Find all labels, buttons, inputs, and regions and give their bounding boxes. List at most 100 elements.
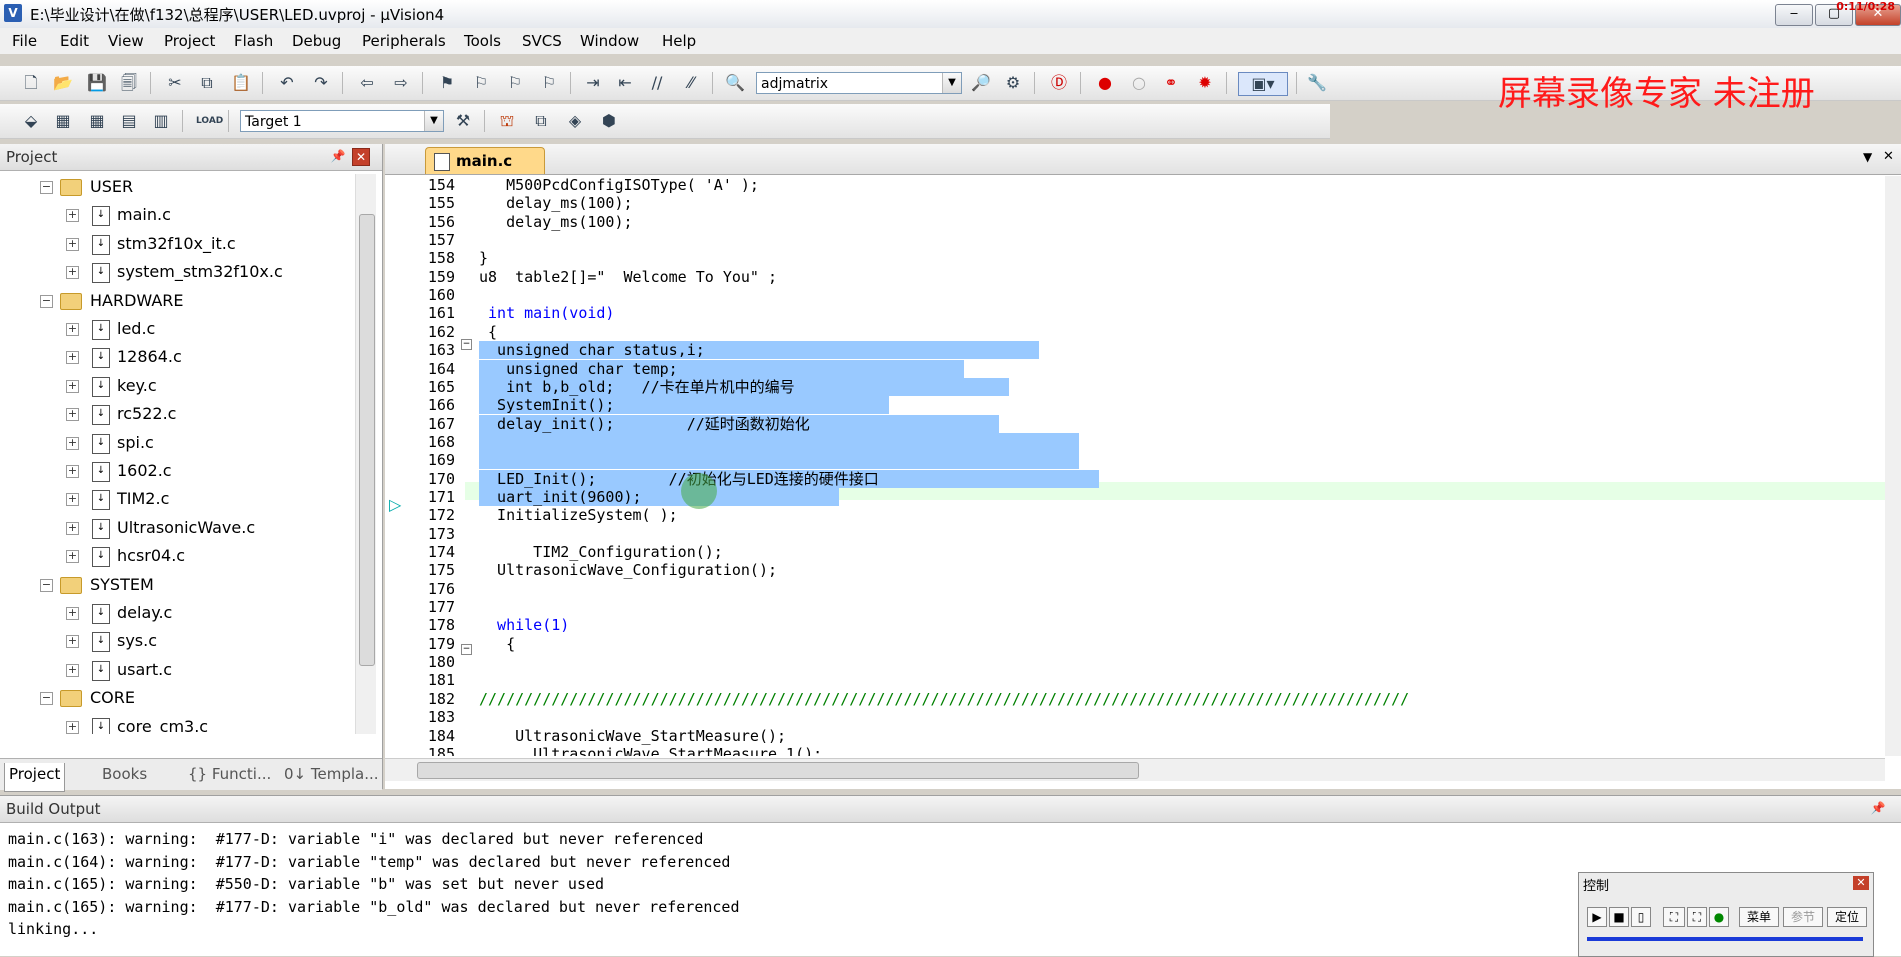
select-device-icon[interactable]: ⧉ (530, 110, 552, 132)
code-line[interactable]: InitializeSystem( ); (479, 506, 678, 524)
configure-icon[interactable]: 🔧 (1306, 72, 1328, 94)
find-combo[interactable]: adjmatrix ▼ (756, 72, 962, 94)
find-in-files-icon[interactable]: 🔍 (724, 72, 746, 94)
code-line[interactable]: delay_ms(100); (479, 194, 632, 212)
fullscreen-icon[interactable]: ⛶ (1687, 907, 1707, 927)
expand-icon[interactable]: + (66, 493, 79, 507)
kill-breakpoints-icon[interactable]: ✹ (1194, 72, 1216, 94)
stop-build-icon[interactable]: ▥ (150, 110, 172, 132)
expand-icon[interactable]: + (66, 351, 79, 365)
menu-tools[interactable]: Tools (464, 32, 501, 50)
code-line[interactable]: } (479, 249, 488, 267)
prev-bookmark-icon[interactable]: ⚐ (470, 72, 492, 94)
code-line[interactable]: { (479, 323, 497, 341)
navigate-forward-icon[interactable]: ⇨ (390, 72, 412, 94)
code-line[interactable]: { (479, 635, 515, 653)
collapse-icon[interactable]: − (40, 294, 53, 308)
navigate-back-icon[interactable]: ⇦ (356, 72, 378, 94)
code-line[interactable]: u8 table2[]=" Welcome To You" ; (479, 268, 777, 286)
expand-icon[interactable]: + (66, 550, 79, 564)
code-line[interactable]: int main(void) (479, 304, 614, 322)
collapse-icon[interactable]: − (40, 181, 53, 194)
rebuild-icon[interactable]: ▦ (86, 110, 108, 132)
tab-books[interactable]: Books (98, 763, 151, 791)
tree-file[interactable]: + ↓ main.c (0, 202, 355, 230)
expand-icon[interactable]: + (66, 521, 79, 535)
code-line[interactable]: TIM2_Configuration(); (479, 543, 723, 561)
bookmark-icon[interactable]: ⚑ (436, 72, 458, 94)
menu-edit[interactable]: Edit (60, 32, 89, 50)
tab-templates[interactable]: 0↓ Templa... (280, 763, 383, 791)
download-icon[interactable]: LOAD (196, 110, 223, 132)
tree-file[interactable]: + ↓ led.c (0, 316, 355, 344)
expand-icon[interactable]: + (66, 663, 79, 677)
tab-functions[interactable]: {} Functi... (184, 763, 275, 791)
chevron-down-icon[interactable]: ▼ (942, 73, 961, 93)
save-icon[interactable]: 💾 (86, 72, 108, 94)
expand-icon[interactable]: + (66, 436, 79, 450)
expand-icon[interactable]: + (66, 720, 79, 734)
region-icon[interactable]: ⛶ (1663, 907, 1685, 927)
expand-icon[interactable]: + (66, 635, 79, 649)
tree-folder[interactable]: − USER (0, 174, 355, 202)
tab-project[interactable]: Project (4, 763, 66, 792)
tree-file[interactable]: + ↓ 12864.c (0, 344, 355, 372)
tab-main-c[interactable]: main.c (425, 147, 545, 174)
menu-file[interactable]: File (12, 32, 37, 50)
target-options-icon[interactable]: ⚒ (452, 110, 474, 132)
menu-help[interactable]: Help (662, 32, 696, 50)
find-icon[interactable]: 🔎 (970, 72, 992, 94)
debug-start-icon[interactable]: Ⓓ (1048, 72, 1070, 94)
tree-file[interactable]: + ↓ sys.c (0, 628, 355, 656)
menu-peripherals[interactable]: Peripherals (362, 32, 446, 50)
uncomment-icon[interactable]: ⁄⁄ (680, 72, 702, 94)
unindent-icon[interactable]: ⇤ (614, 72, 636, 94)
open-file-icon[interactable]: 📂 (52, 72, 74, 94)
code-line[interactable]: while(1) (479, 616, 569, 634)
tree-scrollbar[interactable] (355, 174, 376, 734)
editor-horizontal-scrollbar[interactable] (385, 758, 1885, 781)
params-button[interactable]: 参节 (1783, 907, 1823, 927)
pin-icon[interactable]: 📌 (330, 148, 346, 164)
tree-file[interactable]: + ↓ UltrasonicWave.c (0, 515, 355, 543)
code-line[interactable]: SystemInit(); (479, 396, 614, 414)
code-line[interactable]: delay_ms(100); (479, 213, 632, 231)
locate-button[interactable]: 定位 (1827, 907, 1867, 927)
code-line[interactable]: int b,b_old; //卡在单片机中的编号 (479, 378, 795, 396)
tree-file[interactable]: + ↓ key.c (0, 373, 355, 401)
undo-icon[interactable]: ↶ (276, 72, 298, 94)
tree-file[interactable]: + ↓ 1602.c (0, 458, 355, 486)
code-line[interactable]: LED_Init(); //初始化与LED连接的硬件接口 (479, 470, 879, 488)
batch-build-icon[interactable]: ▤ (118, 110, 140, 132)
window-layout-icon[interactable]: ▣▾ (1238, 72, 1288, 96)
expand-icon[interactable]: + (66, 266, 79, 280)
stop-icon[interactable]: ■ (1609, 907, 1629, 927)
code-area[interactable]: 154 155 156 157 158 159 160 161 162 163 164 165 166 1… (385, 176, 1885, 756)
code-line[interactable]: ////////////////////////////////////////… (479, 690, 1409, 708)
code-line[interactable]: UltrasonicWave_StartMeasure(); (479, 727, 786, 745)
menu-debug[interactable]: Debug (292, 32, 341, 50)
next-bookmark-icon[interactable]: ⚐ (504, 72, 526, 94)
expand-icon[interactable]: + (66, 379, 79, 393)
indent-icon[interactable]: ⇥ (582, 72, 604, 94)
manage-components-icon[interactable]: ⛫ (496, 110, 518, 132)
code-line[interactable]: M500PcdConfigISOType( 'A' ); (479, 176, 759, 194)
play-icon[interactable]: ▶ (1587, 907, 1607, 927)
tree-file[interactable]: + ↓ rc522.c (0, 401, 355, 429)
incremental-find-icon[interactable]: ⚙ (1002, 72, 1024, 94)
close-icon[interactable]: ✕ (1883, 149, 1894, 164)
expand-icon[interactable]: + (66, 237, 79, 251)
disable-all-breakpoints-icon[interactable]: ⚭ (1160, 72, 1182, 94)
tree-file[interactable]: + ↓ system_stm32f10x.c (0, 259, 355, 287)
tree-file[interactable]: + ↓ usart.c (0, 657, 355, 685)
expand-icon[interactable]: + (66, 465, 79, 478)
cut-icon[interactable]: ✂ (164, 72, 186, 94)
pack-installer-icon[interactable]: ◈ (564, 110, 586, 132)
disable-breakpoint-icon[interactable]: ○ (1128, 72, 1150, 94)
tree-file[interactable]: + ↓ spi.c (0, 430, 355, 458)
comment-icon[interactable]: // (646, 72, 668, 94)
code-line[interactable]: UltrasonicWave_StartMeasure_1(); (479, 745, 822, 756)
fold-minus-icon[interactable]: − (461, 644, 472, 655)
expand-icon[interactable]: + (66, 323, 79, 336)
close-icon[interactable]: ✕ (352, 148, 370, 166)
